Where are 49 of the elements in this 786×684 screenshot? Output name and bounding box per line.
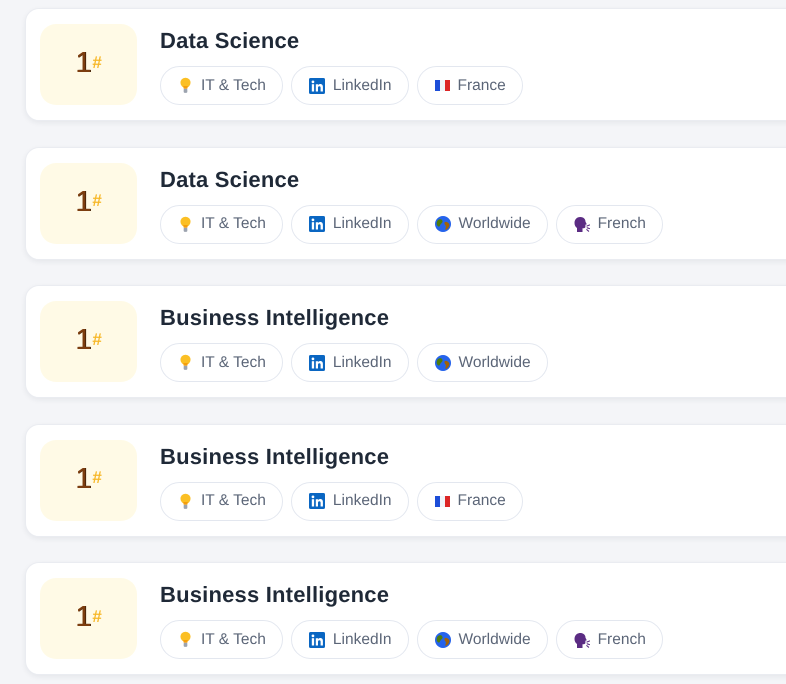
lightbulb-icon <box>180 216 191 232</box>
lightbulb-icon <box>180 77 191 94</box>
globe-icon <box>434 632 451 648</box>
linkedin-icon <box>308 78 325 94</box>
lightbulb-icon <box>180 354 191 371</box>
rank-mark: # <box>92 330 102 348</box>
tag-label: IT & Tech <box>201 354 266 372</box>
tag-label: IT & Tech <box>201 215 266 233</box>
job-title: Data Science <box>160 27 300 55</box>
tag-label: Worldwide <box>458 630 531 648</box>
tag-label: French <box>598 630 646 648</box>
job-title: Business Intelligence <box>160 442 390 471</box>
tag-label: LinkedIn <box>332 215 392 233</box>
tag-label: LinkedIn <box>332 76 392 94</box>
rank-number: 1 <box>75 326 92 355</box>
linkedin-icon <box>308 216 325 232</box>
speaking-head-icon <box>574 632 590 648</box>
speaking-head-icon <box>574 216 590 232</box>
linkedin-icon <box>308 632 325 648</box>
tag-label: IT & Tech <box>201 630 266 648</box>
rank-number: 1 <box>75 603 92 632</box>
tag-label: LinkedIn <box>332 492 392 510</box>
lightbulb-icon <box>180 631 191 648</box>
rank-mark: # <box>92 54 102 70</box>
lightbulb-icon <box>180 492 191 510</box>
job-title: Data Science <box>160 166 300 194</box>
rank-mark: # <box>92 469 102 486</box>
tag-label: Worldwide <box>458 354 531 372</box>
rank-number: 1 <box>75 188 92 216</box>
job-title: Business Intelligence <box>160 581 390 609</box>
tag-label: IT & Tech <box>201 76 266 94</box>
job-title: Business Intelligence <box>160 304 390 332</box>
flag-icon <box>434 80 450 91</box>
tag-label: Worldwide <box>458 215 531 233</box>
tag-label: France <box>458 492 506 510</box>
rank-mark: # <box>92 192 102 209</box>
tag-label: French <box>598 215 646 233</box>
rank-number: 1 <box>75 49 92 78</box>
flag-icon <box>434 496 450 506</box>
tag-label: LinkedIn <box>332 630 392 648</box>
rank-number: 1 <box>75 464 92 494</box>
rank-mark: # <box>92 608 102 624</box>
globe-icon <box>434 216 451 232</box>
linkedin-icon <box>308 493 325 509</box>
linkedin-icon <box>308 354 325 370</box>
tag-label: IT & Tech <box>201 492 266 510</box>
tag-label: LinkedIn <box>332 354 392 372</box>
tag-label: France <box>458 76 506 94</box>
globe-icon <box>434 354 451 370</box>
